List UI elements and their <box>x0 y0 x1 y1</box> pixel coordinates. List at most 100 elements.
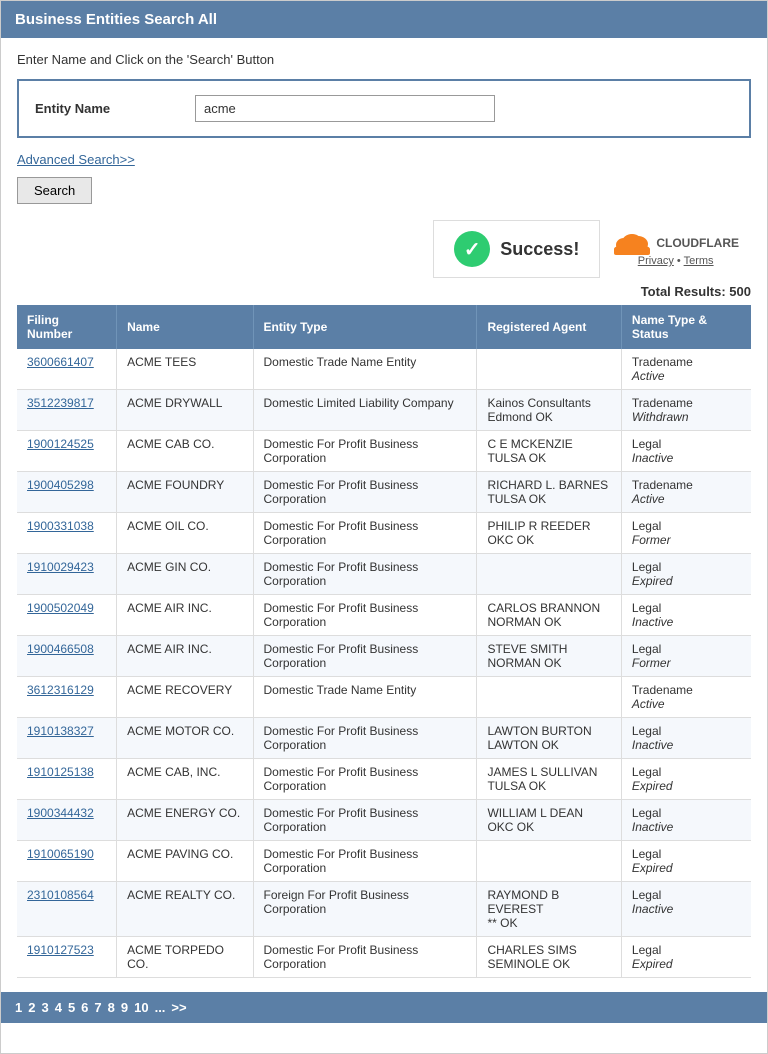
filing-number-link[interactable]: 1910029423 <box>27 560 106 574</box>
page-link-2[interactable]: 2 <box>28 1000 35 1015</box>
filing-number-cell: 1900405298 <box>17 472 117 513</box>
search-button[interactable]: Search <box>17 177 92 204</box>
status-badge: Expired <box>632 574 673 588</box>
entity-name-cell: ACME DRYWALL <box>117 390 253 431</box>
name-type: Legal <box>632 888 661 902</box>
table-row: 1910125138ACME CAB, INC.Domestic For Pro… <box>17 759 751 800</box>
filing-number-link[interactable]: 1900502049 <box>27 601 106 615</box>
entity-name-cell: ACME TORPEDO CO. <box>117 937 253 978</box>
name-type: Tradename <box>632 478 693 492</box>
entity-type-cell: Domestic For Profit Business Corporation <box>253 937 477 978</box>
entity-name-cell: ACME AIR INC. <box>117 595 253 636</box>
name-type-status-cell: LegalExpired <box>621 937 751 978</box>
table-row: 1900502049 ACME AIR INC.Domestic For Prof… <box>17 595 751 636</box>
name-type-status-cell: LegalInactive <box>621 718 751 759</box>
status-badge: Expired <box>632 957 673 971</box>
name-type-status-cell: LegalInactive <box>621 800 751 841</box>
registered-agent-cell: CHARLES SIMS SEMINOLE OK <box>477 937 621 978</box>
results-table: Filing Number Name Entity Type Registere… <box>17 305 751 978</box>
table-row: 1910127523 ACME TORPEDO CO.Domestic For P… <box>17 937 751 978</box>
entity-type-cell: Foreign For Profit Business Corporation <box>253 882 477 937</box>
cloudflare-label: CLOUDFLARE <box>656 236 739 250</box>
status-badge: Expired <box>632 861 673 875</box>
table-row: 3512239817 ACME DRYWALLDomestic Limited L… <box>17 390 751 431</box>
table-row: 3612316129ACME RECOVERYDomestic Trade Na… <box>17 677 751 718</box>
page-link-4[interactable]: 4 <box>55 1000 62 1015</box>
advanced-search-link[interactable]: Advanced Search>> <box>17 152 751 167</box>
privacy-link[interactable]: Privacy <box>638 255 674 267</box>
page-link-1[interactable]: 1 <box>15 1000 22 1015</box>
table-header-row: Filing Number Name Entity Type Registere… <box>17 305 751 349</box>
page-link-10[interactable]: 10 <box>134 1000 148 1015</box>
page-link->>[interactable]: >> <box>171 1000 186 1015</box>
filing-number-link[interactable]: 1900124525 <box>27 437 106 451</box>
name-type: Legal <box>632 519 661 533</box>
entity-name-cell: ACME TEES <box>117 349 253 390</box>
filing-number-cell: 1910029423 <box>17 554 117 595</box>
registered-agent-cell: CARLOS BRANNON NORMAN OK <box>477 595 621 636</box>
col-entity-type: Entity Type <box>253 305 477 349</box>
col-name: Name <box>117 305 253 349</box>
total-results: Total Results: 500 <box>17 284 751 299</box>
table-row: 3600661407ACME TEESDomestic Trade Name E… <box>17 349 751 390</box>
status-badge: Active <box>632 697 665 711</box>
filing-number-link[interactable]: 1910125138 <box>27 765 106 779</box>
registered-agent-cell: JAMES L SULLIVAN TULSA OK <box>477 759 621 800</box>
status-badge: Active <box>632 369 665 383</box>
registered-agent-cell: RAYMOND B EVEREST ** OK <box>477 882 621 937</box>
filing-number-cell: 3612316129 <box>17 677 117 718</box>
page-link-9[interactable]: 9 <box>121 1000 128 1015</box>
terms-link[interactable]: Terms <box>684 255 714 267</box>
name-type: Legal <box>632 943 661 957</box>
name-type-status-cell: TradenameActive <box>621 349 751 390</box>
page-link-8[interactable]: 8 <box>108 1000 115 1015</box>
page-link-...[interactable]: ... <box>155 1000 166 1015</box>
registered-agent-cell: PHILIP R REEDER OKC OK <box>477 513 621 554</box>
entity-name-cell: ACME CAB, INC. <box>117 759 253 800</box>
filing-number-cell: 1910138327 <box>17 718 117 759</box>
table-row: 1900124525ACME CAB CO.Domestic For Profi… <box>17 431 751 472</box>
success-message: ✓ Success! <box>433 220 600 278</box>
registered-agent-cell <box>477 554 621 595</box>
filing-number-link[interactable]: 1900331038 <box>27 519 106 533</box>
table-row: 1900466508ACME AIR INC.Domestic For Prof… <box>17 636 751 677</box>
filing-number-cell: 1910065190 <box>17 841 117 882</box>
filing-number-link[interactable]: 1910127523 <box>27 943 106 957</box>
entity-name-cell: ACME PAVING CO. <box>117 841 253 882</box>
entity-type-cell: Domestic For Profit Business Corporation <box>253 595 477 636</box>
page-link-7[interactable]: 7 <box>94 1000 101 1015</box>
name-type-status-cell: LegalFormer <box>621 513 751 554</box>
name-type-status-cell: LegalFormer <box>621 636 751 677</box>
status-badge: Withdrawn <box>632 410 689 424</box>
filing-number-link[interactable]: 3600661407 <box>27 355 106 369</box>
filing-number-link[interactable]: 1910065190 <box>27 847 106 861</box>
entity-type-cell: Domestic For Profit Business Corporation <box>253 513 477 554</box>
entity-type-cell: Domestic For Profit Business Corporation <box>253 718 477 759</box>
entity-name-cell: ACME OIL CO. <box>117 513 253 554</box>
page-link-3[interactable]: 3 <box>41 1000 48 1015</box>
name-type-status-cell: LegalInactive <box>621 431 751 472</box>
name-type-status-cell: LegalExpired <box>621 554 751 595</box>
table-row: 1900344432ACME ENERGY CO.Domestic For Pr… <box>17 800 751 841</box>
entity-name-cell: ACME ENERGY CO. <box>117 800 253 841</box>
filing-number-link[interactable]: 3512239817 <box>27 396 106 410</box>
filing-number-link[interactable]: 1900344432 <box>27 806 106 820</box>
entity-name-cell: ACME FOUNDRY <box>117 472 253 513</box>
page-link-6[interactable]: 6 <box>81 1000 88 1015</box>
search-box-container: Entity Name <box>17 79 751 138</box>
status-badge: Inactive <box>632 902 673 916</box>
page-title: Business Entities Search All <box>15 11 217 28</box>
entity-name-cell: ACME AIR INC. <box>117 636 253 677</box>
name-type: Legal <box>632 765 661 779</box>
filing-number-link[interactable]: 1910138327 <box>27 724 106 738</box>
filing-number-link[interactable]: 1900466508 <box>27 642 106 656</box>
filing-number-link[interactable]: 2310108564 <box>27 888 106 902</box>
filing-number-link[interactable]: 3612316129 <box>27 683 106 697</box>
entity-type-cell: Domestic Limited Liability Company <box>253 390 477 431</box>
filing-number-link[interactable]: 1900405298 <box>27 478 106 492</box>
entity-name-input[interactable] <box>195 95 495 122</box>
page-link-5[interactable]: 5 <box>68 1000 75 1015</box>
table-row: 1910029423ACME GIN CO.Domestic For Profi… <box>17 554 751 595</box>
status-badge: Inactive <box>632 451 673 465</box>
entity-name-cell: ACME MOTOR CO. <box>117 718 253 759</box>
